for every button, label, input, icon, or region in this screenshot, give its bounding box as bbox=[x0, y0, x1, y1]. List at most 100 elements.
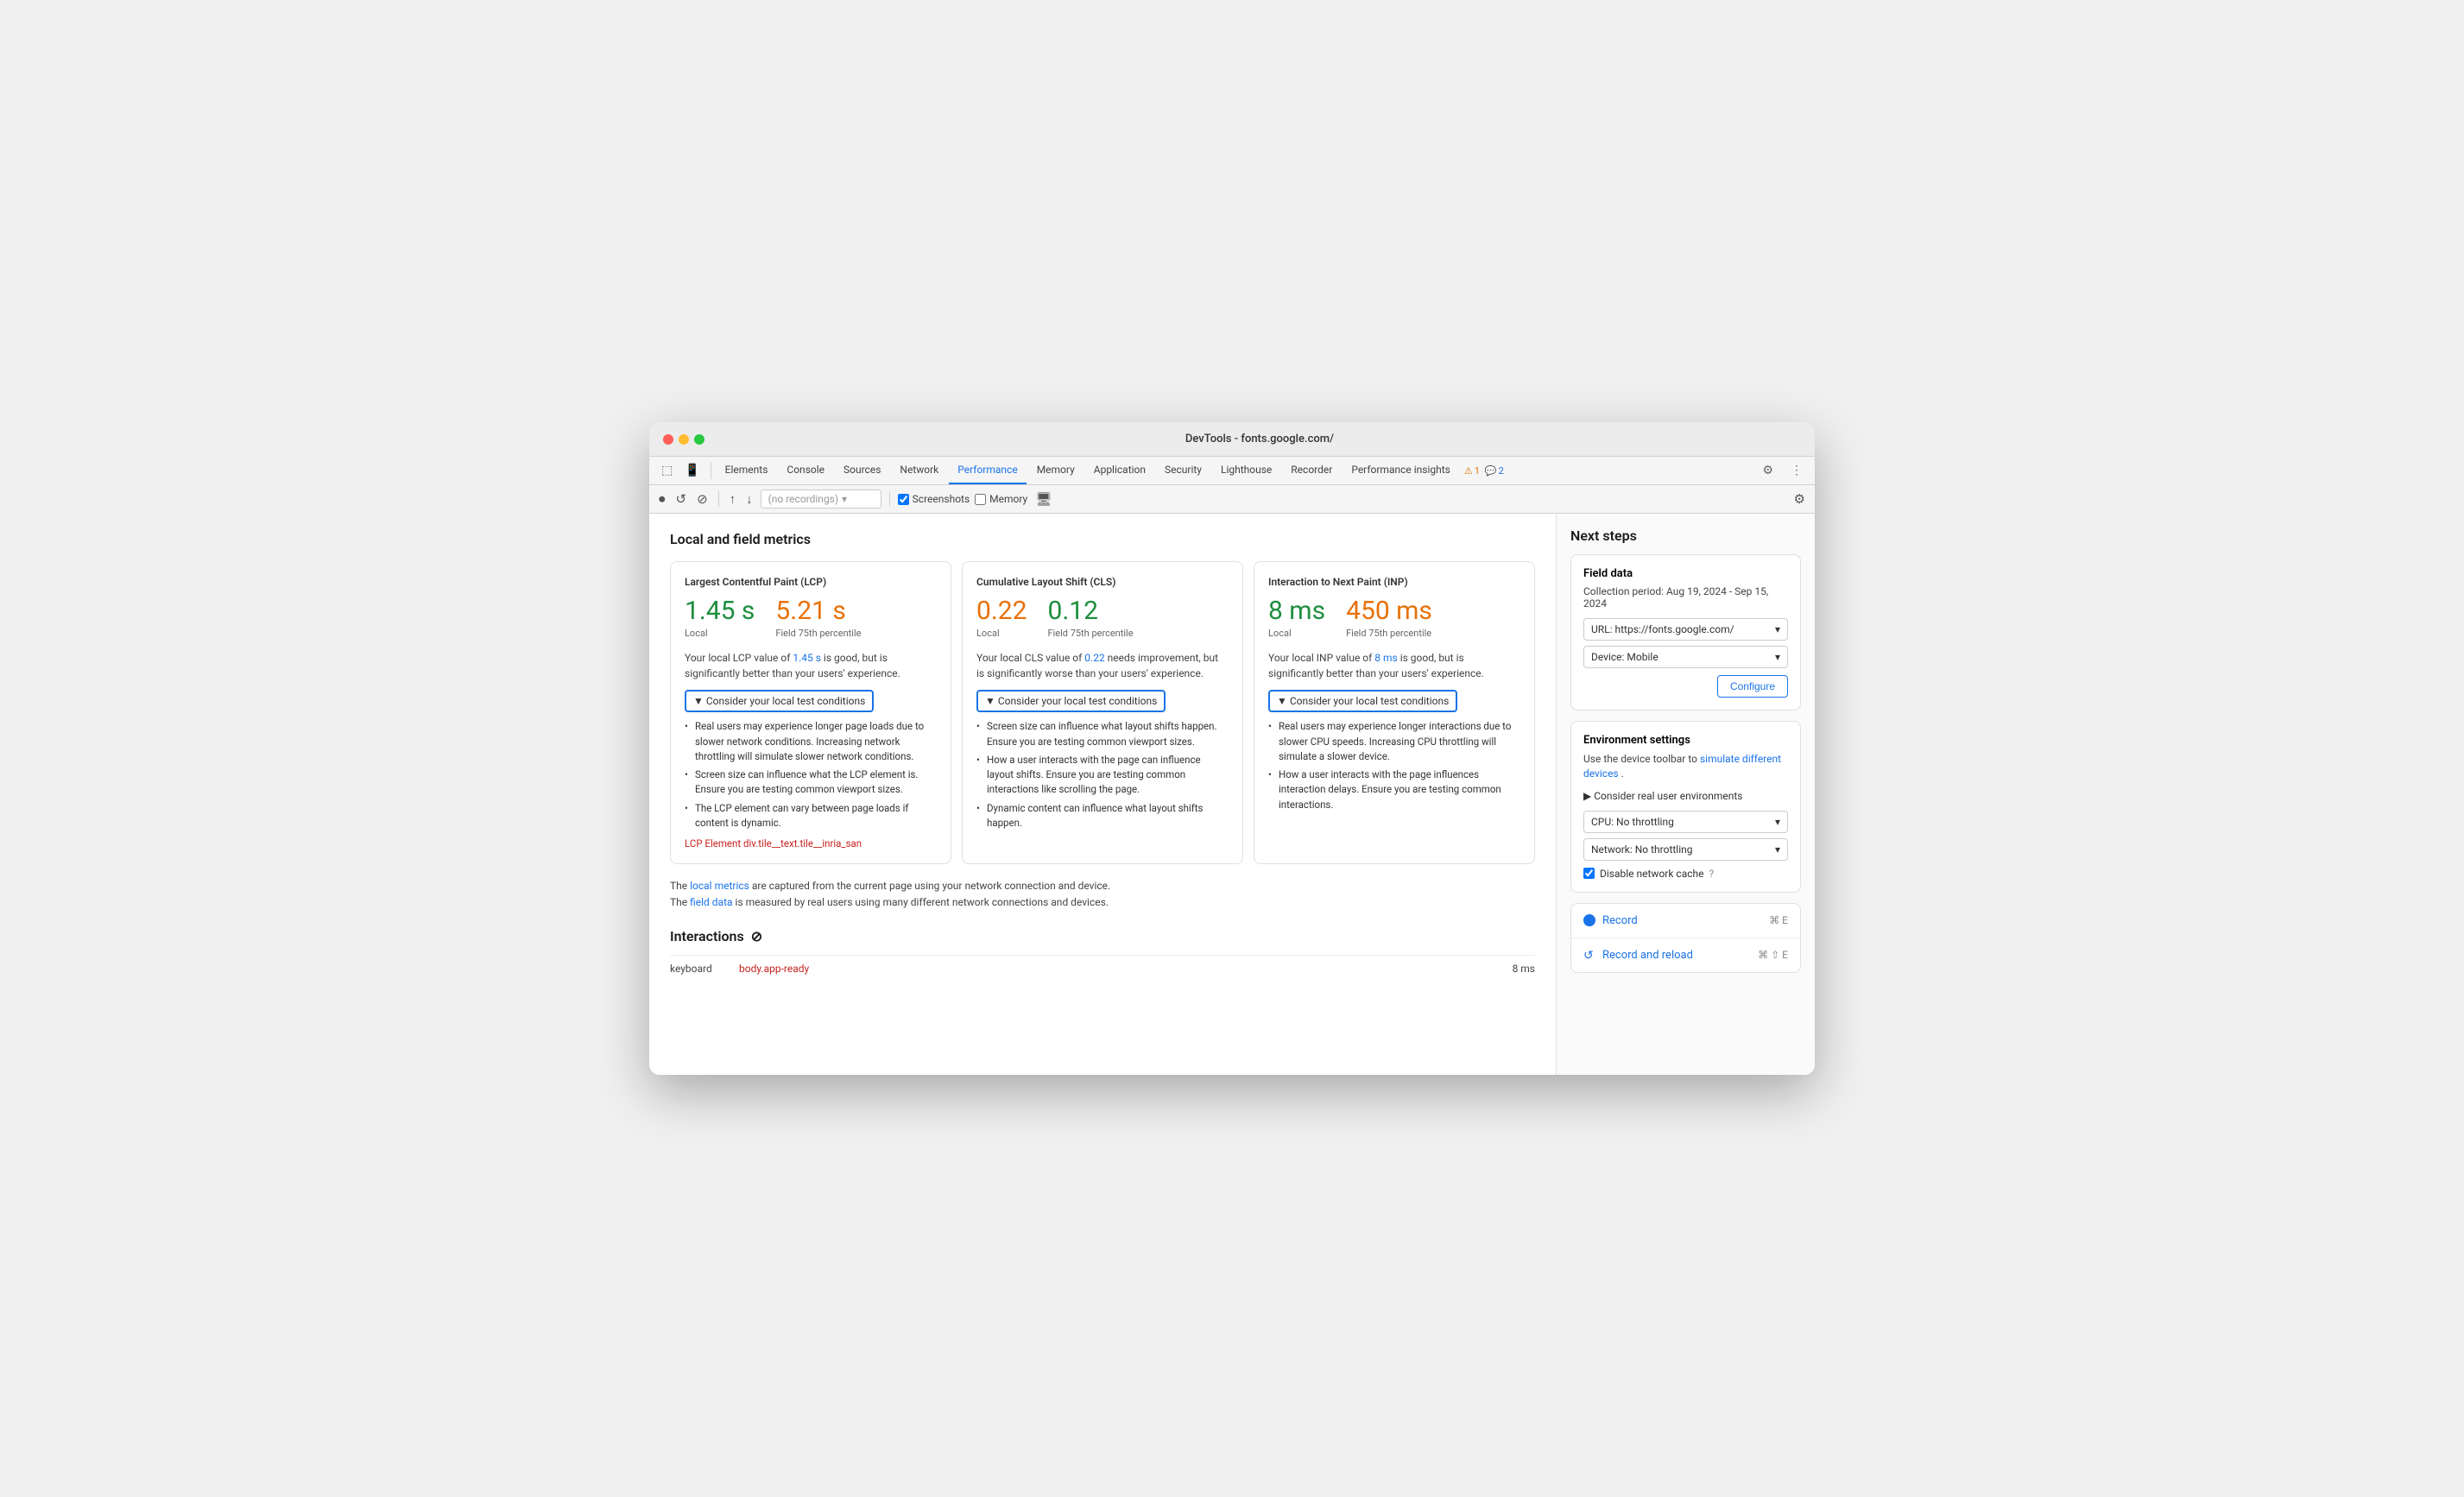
record-toggle-icon[interactable]: ⏺ bbox=[656, 489, 668, 509]
tab-lighthouse[interactable]: Lighthouse bbox=[1212, 457, 1280, 484]
tab-memory[interactable]: Memory bbox=[1028, 457, 1084, 484]
cls-field-group: 0.12 Field 75th percentile bbox=[1048, 598, 1134, 640]
traffic-lights bbox=[663, 434, 704, 445]
tab-application[interactable]: Application bbox=[1085, 457, 1154, 484]
settings-icon[interactable]: ⚙ bbox=[1757, 457, 1779, 484]
cpu-dropdown[interactable]: CPU: No throttling ▾ bbox=[1583, 811, 1788, 833]
tab-elements[interactable]: Elements bbox=[717, 457, 777, 484]
lcp-field-group: 5.21 s Field 75th percentile bbox=[775, 598, 861, 640]
screenshots-checkbox[interactable] bbox=[898, 494, 909, 505]
inp-local-label: Local bbox=[1268, 628, 1325, 640]
disable-cache-label: Disable network cache bbox=[1600, 868, 1703, 880]
interaction-type: keyboard bbox=[670, 963, 739, 975]
configure-button[interactable]: Configure bbox=[1717, 675, 1788, 698]
main-content: Local and field metrics Largest Contentf… bbox=[649, 514, 1815, 1075]
lcp-consider-item-2: Screen size can influence what the LCP e… bbox=[685, 767, 937, 798]
tab-performance-insights[interactable]: Performance insights bbox=[1343, 457, 1459, 484]
interactions-icon: ⊘ bbox=[751, 928, 762, 944]
cls-local-label: Local bbox=[976, 628, 1027, 640]
right-panel: Next steps Field data Collection period:… bbox=[1556, 514, 1815, 1075]
footer-note: The local metrics are captured from the … bbox=[670, 878, 1535, 911]
recordings-dropdown[interactable]: (no recordings) ▾ bbox=[761, 490, 881, 508]
field-data-link[interactable]: field data bbox=[690, 896, 732, 908]
help-icon[interactable]: ? bbox=[1709, 868, 1714, 880]
lcp-values: 1.45 s Local 5.21 s Field 75th percentil… bbox=[685, 598, 937, 640]
env-title: Environment settings bbox=[1583, 734, 1788, 747]
inp-field-value: 450 ms bbox=[1346, 598, 1432, 624]
consider-real-label: ▶ Consider real user environments bbox=[1583, 790, 1743, 802]
inp-field-label: Field 75th percentile bbox=[1346, 628, 1432, 640]
close-button[interactable] bbox=[663, 434, 673, 445]
toolbar-separator-2 bbox=[889, 491, 890, 507]
lcp-consider-button[interactable]: ▼ Consider your local test conditions bbox=[685, 690, 874, 712]
devtools-tabs-bar: ⬚ 📱 Elements Console Sources Network Per… bbox=[649, 457, 1815, 485]
lcp-element-label: LCP Element bbox=[685, 837, 741, 850]
memory-checkbox-group: Memory bbox=[975, 493, 1027, 505]
cls-field-label: Field 75th percentile bbox=[1048, 628, 1134, 640]
disable-cache-checkbox[interactable] bbox=[1583, 868, 1595, 879]
record-section: Record ⌘ E ↺ Record and reload ⌘ ⇧ E bbox=[1570, 903, 1801, 973]
metrics-grid: Largest Contentful Paint (LCP) 1.45 s Lo… bbox=[670, 561, 1535, 864]
next-steps-title: Next steps bbox=[1570, 527, 1801, 544]
inspect-icon[interactable]: ⬚ bbox=[656, 457, 678, 484]
lcp-consider-item-1: Real users may experience longer page lo… bbox=[685, 719, 937, 764]
inp-title: Interaction to Next Paint (INP) bbox=[1268, 576, 1520, 588]
titlebar: DevTools - fonts.google.com/ bbox=[649, 422, 1815, 457]
device-icon[interactable]: 📱 bbox=[679, 457, 704, 484]
memory-icon[interactable]: 🖥 bbox=[1033, 489, 1054, 509]
cls-consider-item-3: Dynamic content can influence what layou… bbox=[976, 801, 1229, 831]
window-title: DevTools - fonts.google.com/ bbox=[718, 433, 1801, 445]
inp-consider-button[interactable]: ▼ Consider your local test conditions bbox=[1268, 690, 1457, 712]
lcp-local-label: Local bbox=[685, 628, 755, 640]
local-metrics-link[interactable]: local metrics bbox=[690, 880, 749, 892]
upload-icon[interactable]: ↑ bbox=[727, 489, 739, 509]
lcp-local-group: 1.45 s Local bbox=[685, 598, 755, 640]
inp-values: 8 ms Local 450 ms Field 75th percentile bbox=[1268, 598, 1520, 640]
cls-local-group: 0.22 Local bbox=[976, 598, 1027, 640]
tab-sources[interactable]: Sources bbox=[835, 457, 889, 484]
environment-settings-section: Environment settings Use the device tool… bbox=[1570, 721, 1801, 893]
minimize-button[interactable] bbox=[679, 434, 689, 445]
tab-recorder[interactable]: Recorder bbox=[1282, 457, 1341, 484]
cls-title: Cumulative Layout Shift (CLS) bbox=[976, 576, 1229, 588]
url-label: URL: https://fonts.google.com/ bbox=[1591, 623, 1734, 635]
record-row[interactable]: Record ⌘ E bbox=[1571, 904, 1800, 938]
refresh-icon[interactable]: ↺ bbox=[673, 489, 690, 509]
record-reload-row[interactable]: ↺ Record and reload ⌘ ⇧ E bbox=[1571, 938, 1800, 972]
record-reload-label: Record and reload bbox=[1602, 949, 1758, 962]
lcp-field-value: 5.21 s bbox=[775, 598, 861, 624]
clear-icon[interactable]: ⊘ bbox=[694, 489, 711, 509]
lcp-card: Largest Contentful Paint (LCP) 1.45 s Lo… bbox=[670, 561, 951, 864]
cls-consider-button[interactable]: ▼ Consider your local test conditions bbox=[976, 690, 1166, 712]
tab-network[interactable]: Network bbox=[891, 457, 947, 484]
network-dropdown[interactable]: Network: No throttling ▾ bbox=[1583, 838, 1788, 861]
url-dropdown[interactable]: URL: https://fonts.google.com/ ▾ bbox=[1583, 618, 1788, 641]
more-icon[interactable]: ⋮ bbox=[1785, 457, 1808, 484]
cls-values: 0.22 Local 0.12 Field 75th percentile bbox=[976, 598, 1229, 640]
field-data-title: Field data bbox=[1583, 567, 1788, 580]
warn-badge: ⚠ 1 bbox=[1464, 465, 1480, 477]
cls-consider-item-1: Screen size can influence what layout sh… bbox=[976, 719, 1229, 749]
cpu-chevron-icon: ▾ bbox=[1775, 816, 1780, 828]
lcp-consider-item-3: The LCP element can vary between page lo… bbox=[685, 801, 937, 831]
memory-checkbox[interactable] bbox=[975, 494, 986, 505]
tab-performance[interactable]: Performance bbox=[949, 457, 1026, 484]
tab-console[interactable]: Console bbox=[778, 457, 833, 484]
tab-security[interactable]: Security bbox=[1156, 457, 1210, 484]
reload-icon: ↺ bbox=[1583, 949, 1595, 961]
maximize-button[interactable] bbox=[694, 434, 704, 445]
lcp-title: Largest Contentful Paint (LCP) bbox=[685, 576, 937, 588]
recordings-placeholder: (no recordings) bbox=[768, 493, 838, 505]
field-data-period: Collection period: Aug 19, 2024 - Sep 15… bbox=[1583, 585, 1788, 610]
device-dropdown-chevron-icon: ▾ bbox=[1775, 651, 1780, 663]
download-icon[interactable]: ↓ bbox=[743, 489, 755, 509]
inp-description: Your local INP value of 8 ms is good, bu… bbox=[1268, 650, 1520, 681]
consider-real-user-button[interactable]: ▶ Consider real user environments bbox=[1583, 790, 1788, 802]
lcp-description: Your local LCP value of 1.45 s is good, … bbox=[685, 650, 937, 681]
settings-gear-icon[interactable]: ⚙ bbox=[1791, 489, 1808, 509]
toolbar-separator-1 bbox=[718, 491, 719, 507]
cls-description: Your local CLS value of 0.22 needs impro… bbox=[976, 650, 1229, 681]
info-badge: 💬 2 bbox=[1485, 465, 1504, 477]
device-dropdown[interactable]: Device: Mobile ▾ bbox=[1583, 646, 1788, 668]
inp-local-value: 8 ms bbox=[1268, 598, 1325, 624]
